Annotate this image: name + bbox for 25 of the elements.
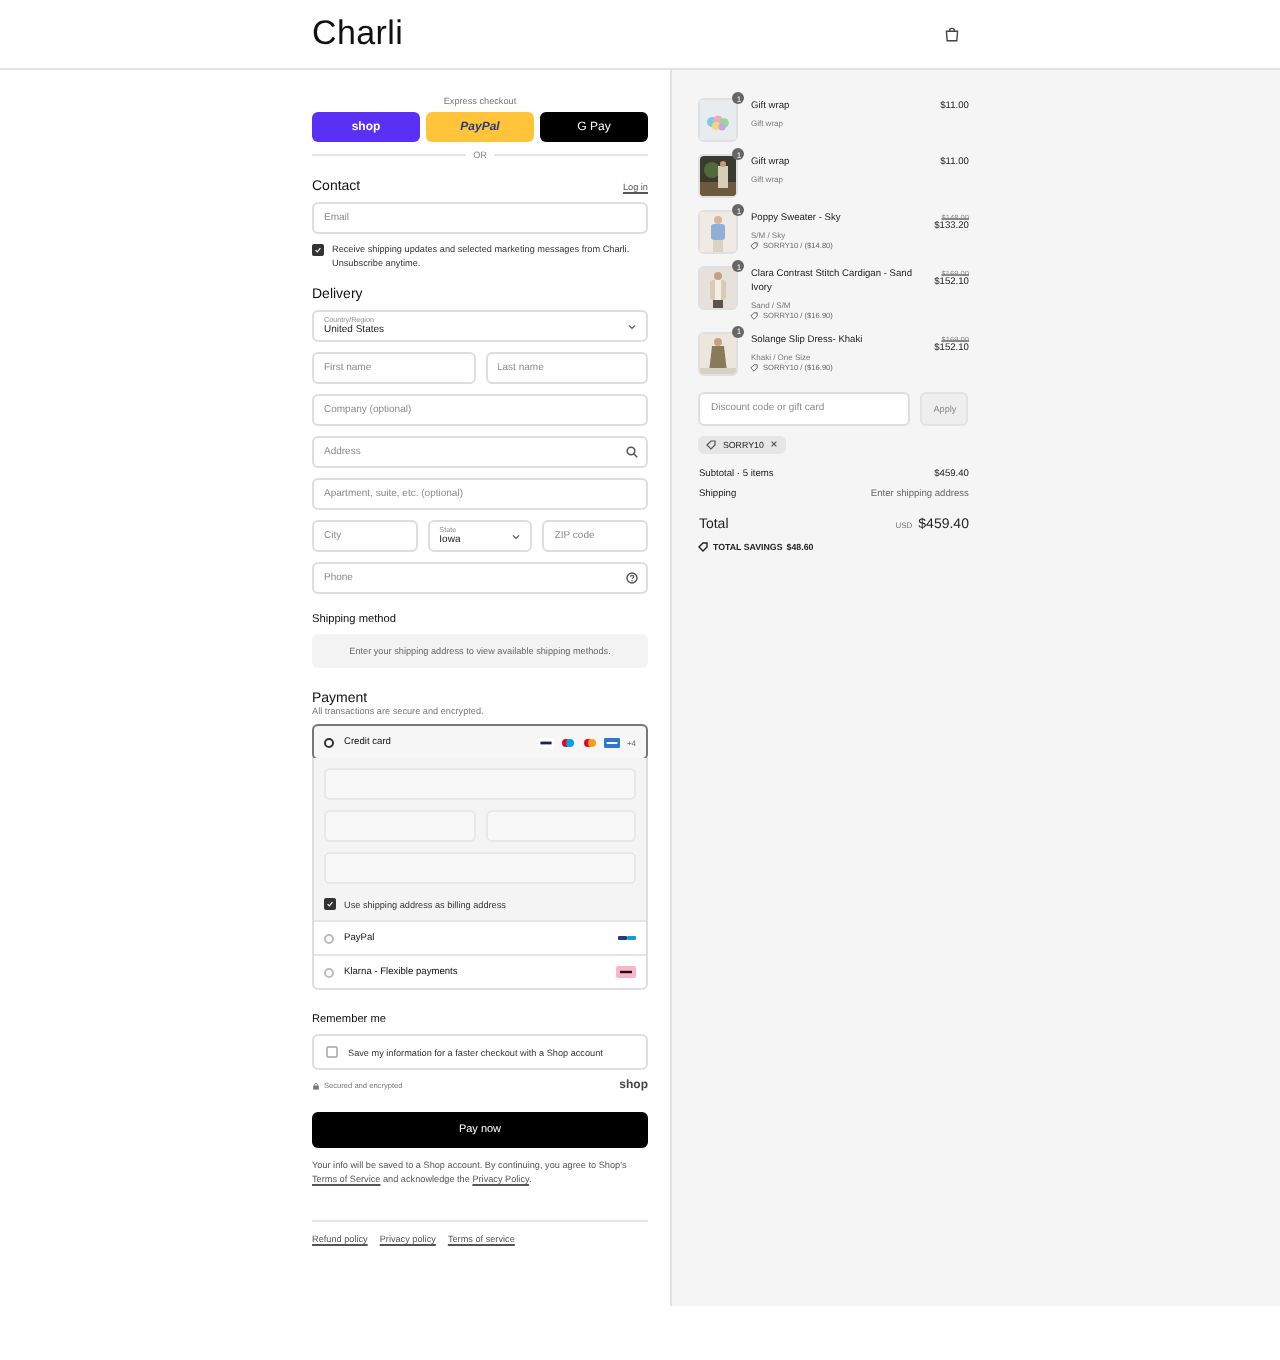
lock-icon <box>312 1082 320 1091</box>
checkbox[interactable] <box>312 244 324 256</box>
maestro-card-icon <box>560 737 577 748</box>
tag-icon <box>698 541 709 552</box>
paypal-logo-icon <box>618 934 636 943</box>
chevron-down-icon <box>512 533 521 540</box>
logo: Charli <box>312 14 404 54</box>
help-icon <box>626 572 638 585</box>
radio-button[interactable] <box>324 933 334 944</box>
checkbox[interactable] <box>324 898 336 911</box>
tag-icon <box>750 241 759 250</box>
radio-button[interactable] <box>324 967 334 978</box>
radio-button[interactable] <box>324 737 334 748</box>
tag-icon <box>750 311 759 320</box>
tag-icon <box>706 439 717 450</box>
search-icon <box>626 446 638 459</box>
klarna-logo-icon <box>616 966 636 979</box>
visa-card-icon <box>538 737 555 748</box>
mastercard-icon <box>582 737 599 748</box>
checkbox[interactable] <box>326 1046 338 1059</box>
bag-icon[interactable] <box>944 26 960 42</box>
close-icon[interactable] <box>769 440 778 449</box>
tag-icon <box>750 363 759 372</box>
chevron-down-icon <box>628 323 636 330</box>
amex-card-icon <box>604 737 621 748</box>
